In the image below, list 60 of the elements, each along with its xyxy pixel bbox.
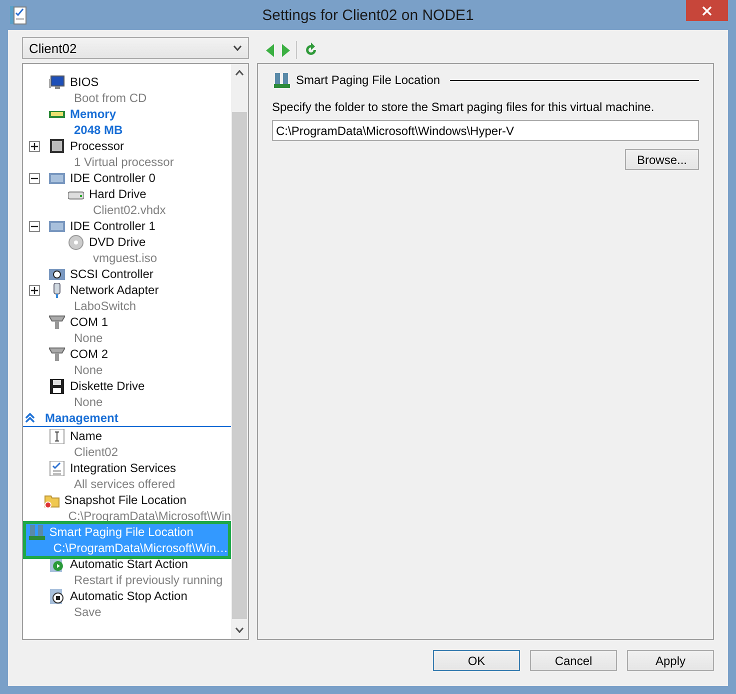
- tree-item-title: COM 2: [70, 346, 108, 362]
- section-title: Management: [45, 411, 118, 425]
- tree-item-value: None: [73, 330, 104, 346]
- path-input-field[interactable]: C:\ProgramData\Microsoft\Windows\Hyper-V: [272, 120, 699, 141]
- dialog-button[interactable]: Apply: [627, 650, 714, 671]
- tree-item-value: 2048 MB: [73, 122, 123, 138]
- tree-item-row[interactable]: Memory 2048 MB: [23, 106, 231, 138]
- tree-item-row[interactable]: Automatic Start Action Restart if previously running: [23, 556, 231, 588]
- tree-item-title: IDE Controller 0: [70, 170, 156, 186]
- tree-item-row[interactable]: COM 1 None: [23, 314, 231, 346]
- tree-item-title: Smart Paging File Location: [49, 524, 194, 540]
- tree-item-value: None: [73, 394, 104, 410]
- tree-item-row[interactable]: Snapshot File Location C:\ProgramData\Microsoft\Win: [23, 492, 231, 524]
- tree-item-title: Snapshot File Location: [64, 492, 188, 508]
- tree-item-title: IDE Controller 1: [70, 218, 156, 234]
- tree-item-title: SCSI Controller: [70, 266, 154, 282]
- tree-item-value: LaboSwitch: [73, 298, 138, 314]
- tree-item-row[interactable]: Diskette Drive None: [23, 378, 231, 410]
- tree-item-title: Network Adapter: [70, 282, 159, 298]
- tree-item-title: Hard Drive: [89, 186, 148, 202]
- tree-item-row[interactable]: Automatic Stop Action Save: [23, 588, 231, 620]
- tree-item-row[interactable]: Integration Services All services offered: [23, 460, 231, 492]
- dialog-button[interactable]: Cancel: [530, 650, 617, 671]
- tree-item-title: BIOS: [70, 74, 100, 90]
- tree-item-value: Restart if previously running: [73, 572, 223, 588]
- tree-item-title: Memory: [70, 106, 118, 122]
- tree-item-value: Boot from CD: [73, 90, 147, 106]
- group-title: Smart Paging File Location: [296, 73, 440, 87]
- tree-item-value: None: [73, 362, 104, 378]
- tree-item-value: vmguest.iso: [92, 250, 158, 266]
- tree-item-row[interactable]: IDE Controller 0: [23, 170, 231, 186]
- tree-item-value: Client02.vhdx: [92, 202, 166, 218]
- tree-item-row[interactable]: Processor 1 Virtual processor: [23, 138, 231, 170]
- tree-item-row[interactable]: SCSI Controller: [23, 266, 231, 282]
- tree-item-value: All services offered: [73, 476, 176, 492]
- tree-item-title: Processor: [70, 138, 126, 154]
- tree-item-title: Automatic Start Action: [70, 556, 190, 572]
- description-text: Specify the folder to store the Smart paging files for this virtual machine.: [272, 100, 656, 114]
- window-title: Settings for Client02 on NODE1: [261, 6, 475, 24]
- tree-item-row[interactable]: IDE Controller 1: [23, 218, 231, 234]
- tree-item-title: Name: [70, 428, 104, 444]
- tree-item-value: 1 Virtual processor: [73, 154, 174, 170]
- tree-item-row[interactable]: Network Adapter LaboSwitch: [23, 282, 231, 314]
- tree-item-value: C:\ProgramData\Microsoft\Win: [67, 508, 231, 524]
- tree-item-value: Client02: [73, 444, 118, 460]
- tree-item-title: Diskette Drive: [70, 378, 145, 394]
- tree-item-row[interactable]: Name Client02: [23, 428, 231, 460]
- tree-item-title: COM 1: [70, 314, 108, 330]
- tree-item-row[interactable]: Hard Drive Client02.vhdx: [23, 186, 231, 218]
- tree-item-title: Automatic Stop Action: [70, 588, 188, 604]
- tree-item-title: DVD Drive: [89, 234, 147, 250]
- tree-item-row[interactable]: BIOS Boot from CD: [23, 74, 231, 106]
- browse-button[interactable]: Browse...: [625, 149, 699, 170]
- tree-item-title: Integration Services: [70, 460, 176, 476]
- tree-item-value: C:\ProgramData\Microsoft\Win…: [52, 540, 228, 556]
- tree-item-row[interactable]: DVD Drive vmguest.iso: [23, 234, 231, 266]
- dialog-button[interactable]: OK: [433, 650, 520, 671]
- tree-item-row[interactable]: COM 2 None: [23, 346, 231, 378]
- tree-item-value: Save: [73, 604, 102, 620]
- vm-selector-dropdown[interactable]: Client02: [22, 37, 249, 59]
